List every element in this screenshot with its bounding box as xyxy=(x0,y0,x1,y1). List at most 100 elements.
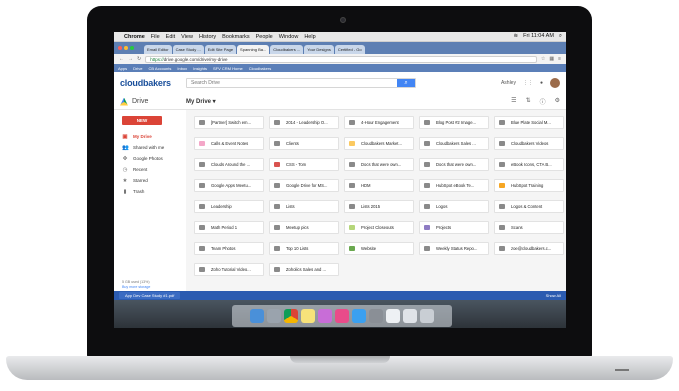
zoom-window-icon[interactable] xyxy=(130,46,134,50)
menu-people[interactable]: People xyxy=(256,34,273,40)
settings-gear-icon[interactable]: ⚙ xyxy=(555,97,560,106)
wifi-icon[interactable]: ≋ xyxy=(514,33,519,40)
bookmark-item[interactable]: Insights xyxy=(193,66,207,71)
launchpad-icon[interactable] xyxy=(267,309,281,323)
folder-item[interactable]: Weekly Status Repo... xyxy=(419,242,489,255)
folder-item[interactable]: HDM xyxy=(344,179,414,192)
folder-item[interactable]: Zoholics Sales and ... xyxy=(269,263,339,276)
folder-item[interactable]: Docs that were own... xyxy=(344,158,414,171)
menubar-clock[interactable]: Fri 11:04 AM xyxy=(523,33,554,40)
folder-item[interactable]: [Partner] Switch em... xyxy=(194,116,264,129)
bookmark-item[interactable]: CB Accounts xyxy=(148,66,171,71)
folder-item[interactable]: Top 10 Lists xyxy=(269,242,339,255)
bookmark-item[interactable]: Drive xyxy=(133,66,142,71)
folder-item[interactable]: Meetup pics xyxy=(269,221,339,234)
folder-item[interactable]: Docs that were own... xyxy=(419,158,489,171)
star-bookmark-icon[interactable]: ☆ xyxy=(541,56,545,62)
folder-item[interactable]: Team Photos xyxy=(194,242,264,255)
menu-history[interactable]: History xyxy=(199,34,216,40)
avatar[interactable] xyxy=(550,78,560,88)
show-all-downloads[interactable]: Show All xyxy=(546,293,561,298)
menu-help[interactable]: Help xyxy=(304,34,315,40)
folder-item[interactable]: 2014 - Leadership O... xyxy=(269,116,339,129)
folder-item[interactable]: Google Apps Meetu... xyxy=(194,179,264,192)
menu-bookmarks[interactable]: Bookmarks xyxy=(222,34,250,40)
folder-item[interactable]: Cloudbakers Sales ... xyxy=(419,137,489,150)
account-name[interactable]: Ashley xyxy=(501,80,516,86)
address-bar[interactable]: https://drive.google.com/drive/my-drive xyxy=(145,55,537,63)
browser-tab[interactable]: Case Study ... xyxy=(172,45,204,54)
sidebar-item-trash[interactable]: ▮ Trash xyxy=(114,186,186,197)
sidebar-item-starred[interactable]: ★ Starred xyxy=(114,175,186,186)
folder-item[interactable]: Scans xyxy=(494,221,564,234)
menubar-app-name[interactable]: Chrome xyxy=(124,34,145,40)
finder-icon[interactable] xyxy=(250,309,264,323)
folder-item[interactable]: Leadership xyxy=(194,200,264,213)
search-input[interactable] xyxy=(187,79,397,87)
close-window-icon[interactable] xyxy=(118,46,122,50)
menu-edit[interactable]: Edit xyxy=(166,34,175,40)
sidebar-item-my-drive[interactable]: ▣ My Drive xyxy=(114,131,186,142)
spotlight-icon[interactable]: ⌕ xyxy=(559,33,562,40)
folder-item[interactable]: HubSpot eBook Te... xyxy=(419,179,489,192)
extensions-icon[interactable]: ▦ xyxy=(549,56,554,62)
folder-item[interactable]: Calls & Event Notes xyxy=(194,137,264,150)
sort-icon[interactable]: ⇅ xyxy=(526,97,531,106)
folder-item[interactable]: Logos & Content xyxy=(494,200,564,213)
folder-item[interactable]: zoe@cloudbakers.c... xyxy=(494,242,564,255)
chrome-menu-icon[interactable]: ≡ xyxy=(558,56,561,62)
bookmark-item[interactable]: Inbox xyxy=(177,66,187,71)
menu-view[interactable]: View xyxy=(181,34,193,40)
apps-grid-icon[interactable]: ⋮⋮ xyxy=(523,80,533,86)
sidebar-item-shared[interactable]: 👥 Shared with me xyxy=(114,142,186,153)
folder-item[interactable]: Zoho Tutorial Video... xyxy=(194,263,264,276)
folder-item[interactable]: Blog Post #2 Image... xyxy=(419,116,489,129)
notes-icon[interactable] xyxy=(301,309,315,323)
info-icon[interactable]: ⓘ xyxy=(540,97,546,106)
folder-item[interactable]: Cloudbakers Market... xyxy=(344,137,414,150)
folder-item[interactable]: Projects xyxy=(419,221,489,234)
folder-item[interactable]: Blue Plate Social M... xyxy=(494,116,564,129)
bookmark-item[interactable]: Cloudbakers xyxy=(249,66,271,71)
folder-item[interactable]: HubSpot Training xyxy=(494,179,564,192)
folder-item[interactable]: Lists 2015 xyxy=(344,200,414,213)
folder-item[interactable]: CSS - Tom xyxy=(269,158,339,171)
reload-icon[interactable]: ↻ xyxy=(137,56,141,62)
itunes-icon[interactable] xyxy=(335,309,349,323)
browser-tab[interactable]: Email Editor xyxy=(144,45,172,54)
forward-icon[interactable]: → xyxy=(128,56,133,62)
document-icon[interactable] xyxy=(386,309,400,323)
bookmark-item[interactable]: Apps xyxy=(118,66,127,71)
folder-item[interactable]: Lists xyxy=(269,200,339,213)
folder-item[interactable]: Google Drive for MS... xyxy=(269,179,339,192)
sidebar-item-recent[interactable]: ◷ Recent xyxy=(114,164,186,175)
back-icon[interactable]: ← xyxy=(119,56,124,62)
folder-item[interactable]: eBook Icons, CTA B... xyxy=(494,158,564,171)
sidebar-item-photos[interactable]: ✤ Google Photos xyxy=(114,153,186,164)
search-button[interactable]: ⌕ xyxy=(397,79,415,87)
folder-item[interactable]: Cloudbakers Videos xyxy=(494,137,564,150)
browser-tab[interactable]: Edit Site Page xyxy=(204,45,237,54)
folder-item[interactable]: 4-Hour Engagement xyxy=(344,116,414,129)
bookmark-item[interactable]: SFV CRM Home xyxy=(213,66,243,71)
folder-item[interactable]: Project Closeouts xyxy=(344,221,414,234)
minimize-window-icon[interactable] xyxy=(124,46,128,50)
browser-tab[interactable]: Cloudbakers ... xyxy=(270,45,304,54)
system-preferences-icon[interactable] xyxy=(369,309,383,323)
browser-tab[interactable]: Certified - Go xyxy=(334,45,365,54)
folder-item[interactable]: Logos xyxy=(419,200,489,213)
notifications-icon[interactable]: ● xyxy=(540,80,543,86)
chrome-icon[interactable] xyxy=(284,309,298,323)
photos-icon[interactable] xyxy=(318,309,332,323)
folder-item[interactable]: Math Period 1 xyxy=(194,221,264,234)
browser-tab-active[interactable]: Spanning Ba... xyxy=(237,45,270,54)
folder-item[interactable]: Clouds Around the ... xyxy=(194,158,264,171)
new-button[interactable]: NEW xyxy=(122,116,162,125)
folder-item[interactable]: Clients xyxy=(269,137,339,150)
downloads-stack-icon[interactable] xyxy=(403,309,417,323)
location-dropdown[interactable]: My Drive ▾ xyxy=(186,98,216,105)
app-store-icon[interactable] xyxy=(352,309,366,323)
browser-tab[interactable]: Your Designs xyxy=(304,45,334,54)
folder-item[interactable]: Website xyxy=(344,242,414,255)
menu-file[interactable]: File xyxy=(151,34,160,40)
